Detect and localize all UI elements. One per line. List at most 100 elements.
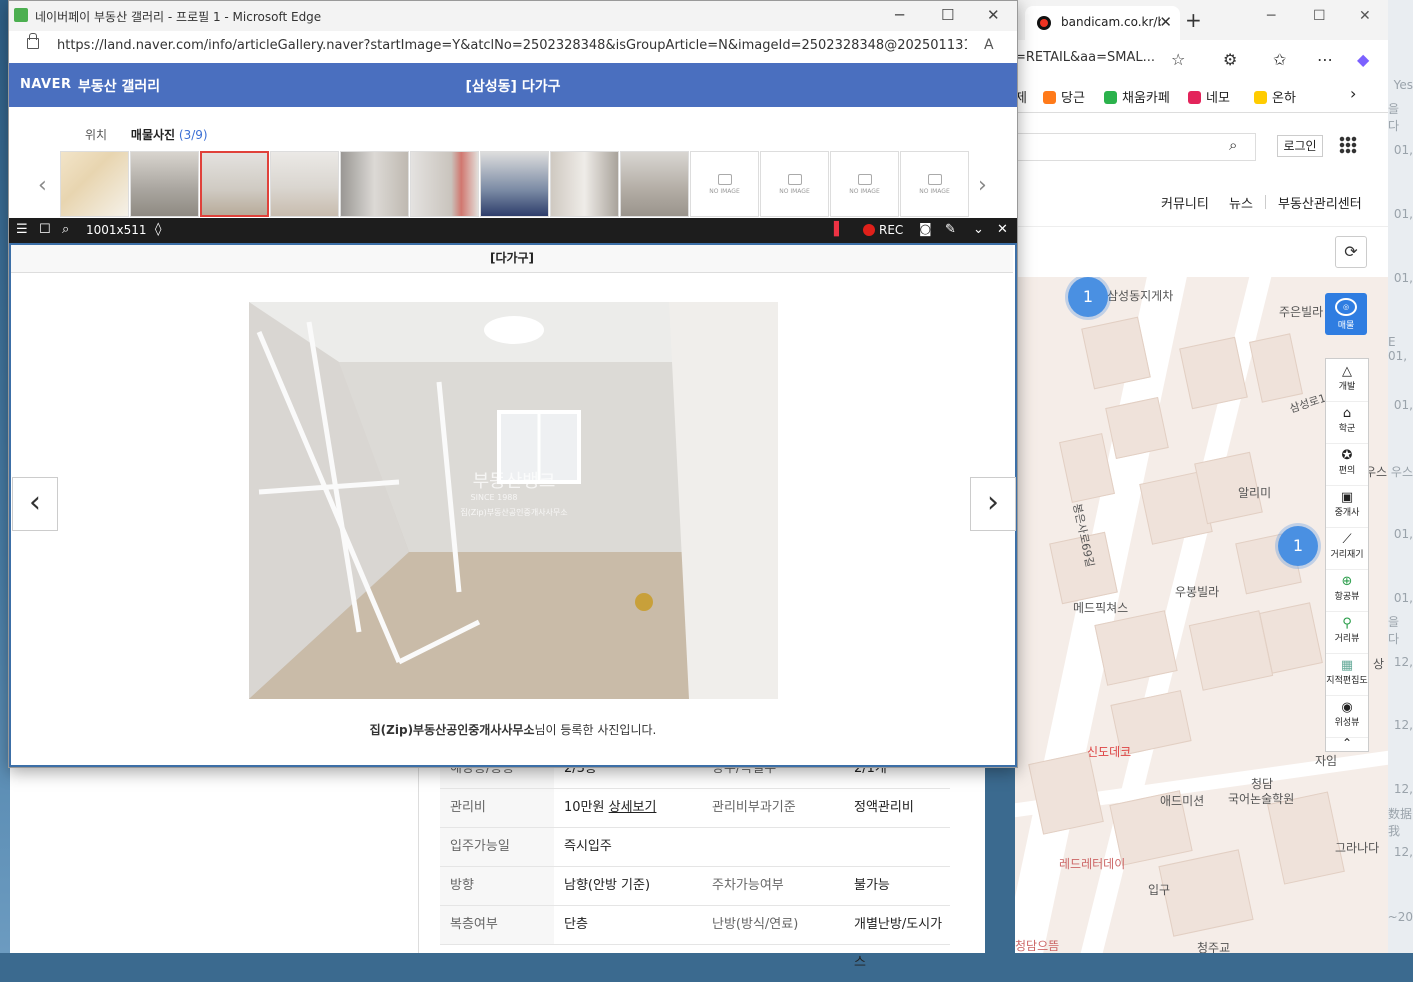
nemo-icon [1188,91,1201,104]
tab-photos[interactable]: 매물사진 [131,128,175,142]
agent-icon: ▣ [1340,490,1354,505]
minimize-icon[interactable]: ─ [1267,8,1275,24]
search-input[interactable] [1015,133,1256,161]
menu-icon[interactable]: ☰ [16,222,28,237]
close-icon[interactable]: ✕ [987,6,1000,24]
thumbs-next-icon[interactable]: › [978,173,987,198]
map-label[interactable]: 우봉빌라 [1175,583,1219,600]
tool-development[interactable]: △ 개발 [1326,359,1368,402]
tool-convenience[interactable]: ✪ 편의 [1326,443,1368,486]
map-label[interactable]: 자임 [1315,752,1337,769]
map-label[interactable]: 국어논술학원 [1228,790,1294,807]
search-icon[interactable]: ⌕ [1229,136,1237,154]
maximize-icon[interactable]: ☐ [1313,8,1326,24]
map-label[interactable]: 메드픽쳐스 [1073,599,1128,616]
tool-agent[interactable]: ▣ 중개사 [1326,485,1368,528]
map-label[interactable]: 그라나다 [1335,839,1379,856]
read-aloud-icon[interactable]: A [984,37,994,53]
refresh-button[interactable]: ⟳ [1335,236,1367,268]
map-label[interactable]: 삼성동지게차 [1107,287,1173,304]
cluster-marker[interactable]: 1 [1068,277,1108,317]
tool-aerial[interactable]: ⊕ 항공뷰 [1326,569,1368,612]
property-photo: 부동산뱅크 SINCE 1988 집(Zip)부동산공인중개사사무소 [249,302,778,699]
url-text[interactable]: https://land.naver.com/info/articleGalle… [57,38,967,53]
camera-icon[interactable]: ◙ [919,222,932,237]
close-tab-icon[interactable]: ✕ [1159,13,1172,31]
side-text: 01, [1393,527,1413,541]
map-label[interactable]: 신도데코 [1087,743,1131,760]
side-text: 을 다 [1388,102,1400,133]
tool-cadastral[interactable]: ▦ 지적편집도 [1326,653,1368,696]
prev-photo-button[interactable]: ‹ [12,477,58,531]
lock-icon[interactable] [27,33,39,49]
close-icon[interactable]: ✕ [997,222,1008,237]
menu-community[interactable]: 커뮤니티 [1161,193,1209,212]
next-photo-button[interactable]: › [970,477,1016,531]
thumb-photo[interactable] [130,151,199,217]
tool-measure[interactable]: ⟋ 거리재기 [1326,527,1368,570]
collapse-tools-icon[interactable]: ⌃ [1326,737,1368,751]
apps-grid-icon[interactable] [1339,136,1357,154]
collapse-icon[interactable]: ⌄ [973,222,984,237]
thumb-photo[interactable] [270,151,339,217]
thumb-photo[interactable] [550,151,619,217]
chevron-right-icon[interactable]: › [1350,84,1356,103]
thumb-photo[interactable] [410,151,479,217]
thumb-photo[interactable] [340,151,409,217]
new-tab-icon[interactable]: + [1185,8,1202,32]
rec-label[interactable]: REC [879,223,903,237]
fav-item-onha[interactable]: 온하 [1254,87,1296,106]
watermark-office: 집(Zip)부동산공인중개사사무소 [460,507,567,517]
fullscreen-icon[interactable]: ☐ [39,222,51,237]
thumb-no-image[interactable]: NO IMAGE [830,151,899,217]
copilot-icon[interactable]: ◆ [1357,50,1369,69]
url-text[interactable]: =RETAIL&aa=SMAL... [1015,50,1155,65]
thumb-photo[interactable] [620,151,689,217]
menu-management[interactable]: 부동산관리센터 [1278,193,1362,212]
map-label[interactable]: 청주교 [1197,939,1230,953]
maximize-icon[interactable]: ☐ [941,6,954,24]
thumb-no-image[interactable]: NO IMAGE [760,151,829,217]
tool-school[interactable]: ⌂ 학군 [1326,401,1368,444]
map-block [1249,333,1303,403]
record-icon[interactable] [863,224,875,236]
photo-title: [다가구] [11,245,1013,273]
map-label[interactable]: 레드레터데이 [1059,855,1125,872]
map-label[interactable]: 알리미 [1238,484,1271,501]
thumb-photo[interactable] [480,151,549,217]
back-browser-window: bandicam.co.kr/b ✕ + ─ ☐ ✕ =RETAIL&aa=SM… [1015,0,1388,953]
more-icon[interactable]: ⋯ [1317,50,1333,69]
map-label[interactable]: 청담으뜸 [1015,937,1059,953]
drop-icon[interactable]: ◊ [155,222,161,237]
thumb-no-image[interactable]: NO IMAGE [690,151,759,217]
tool-listing[interactable]: ◎ 매물 [1325,293,1367,335]
tab-location[interactable]: 위치 [85,128,107,142]
tool-streetview[interactable]: ⚲ 거리뷰 [1326,611,1368,654]
map-label[interactable]: 애드미션 [1160,792,1204,809]
caption-text: 님이 등록한 사진입니다. [534,723,657,737]
star-icon[interactable]: ☆ [1171,50,1185,69]
tab-bandicam[interactable]: bandicam.co.kr/b ✕ [1025,6,1180,40]
menu-news[interactable]: 뉴스 [1229,193,1253,212]
cluster-marker[interactable]: 1 [1278,526,1318,566]
fav-item-cafe[interactable]: 채움카페 [1104,87,1170,106]
thumb-no-image[interactable]: NO IMAGE [900,151,969,217]
login-button[interactable]: 로그인 [1277,135,1323,157]
minimize-icon[interactable]: ─ [895,6,904,24]
extensions-icon[interactable]: ⚙ [1223,50,1237,69]
favorites-icon[interactable]: ✩ [1273,50,1286,69]
pencil-icon[interactable]: ✎ [945,222,956,237]
window-select-icon[interactable]: ⌕ [62,222,69,237]
fav-item-carrot[interactable]: 당근 [1043,87,1085,106]
thumbs-prev-icon[interactable]: ‹ [38,173,47,198]
color-icon[interactable]: ▌ [834,222,844,237]
fav-item-nemo[interactable]: 네모 [1188,87,1230,106]
thumb-photo-selected[interactable] [200,151,269,217]
map-label[interactable]: 주은빌라 [1279,303,1323,320]
tool-satellite[interactable]: ◉ 위성뷰 [1326,695,1368,738]
map-label[interactable]: 입구 [1148,881,1170,898]
fee-detail-link[interactable]: 상세보기 [609,800,657,815]
thumb-map[interactable] [60,151,129,217]
close-icon[interactable]: ✕ [1359,8,1371,24]
title-bar: 네이버페이 부동산 갤러리 - 프로필 1 - Microsoft Edge ─… [9,1,1017,31]
